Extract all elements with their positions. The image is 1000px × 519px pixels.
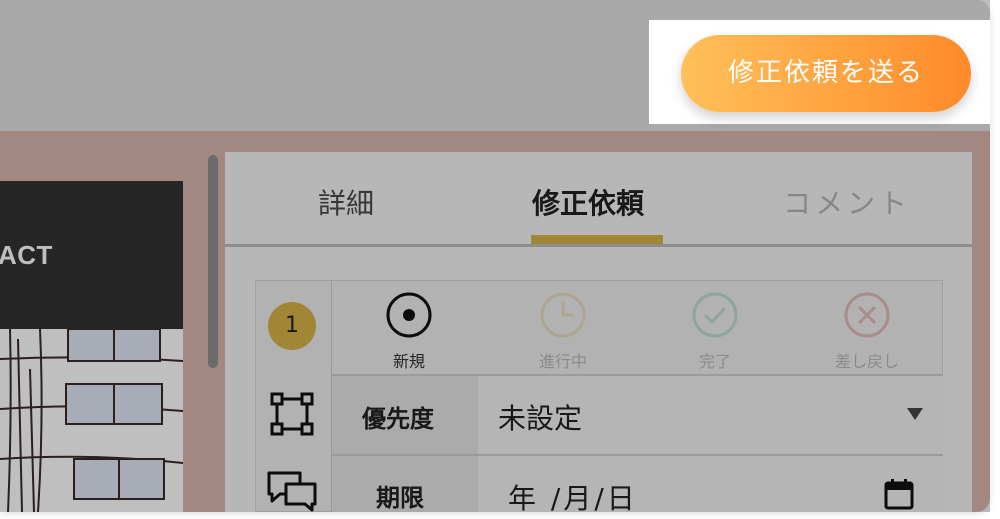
tab-comment[interactable]: コメント (783, 182, 911, 222)
status-new-label: 新規 (392, 352, 425, 371)
tab-details[interactable]: 詳細 (318, 182, 374, 222)
deadline-label: 期限 (376, 484, 424, 512)
status-returned-label: 差し戻し (834, 352, 899, 371)
preview-scrollbar[interactable] (208, 155, 218, 368)
send-revision-request-button[interactable]: 修正依頼を送る (681, 35, 971, 112)
status-in-progress[interactable]: 進行中 (528, 290, 598, 372)
status-complete-label: 完了 (698, 352, 731, 371)
clock-icon (540, 292, 586, 338)
preview-banner-text: ACT (0, 240, 53, 270)
area-select-icon[interactable] (270, 392, 314, 440)
priority-value: 未設定 (498, 402, 583, 435)
status-complete[interactable]: 完了 (684, 290, 746, 372)
calendar-icon[interactable] (884, 478, 914, 514)
priority-label: 優先度 (362, 405, 434, 433)
deadline-value: 年 /月/日 (508, 482, 638, 515)
chevron-down-icon[interactable] (907, 408, 923, 420)
status-new[interactable]: 新規 (378, 290, 440, 372)
request-number-badge[interactable]: 1 (268, 302, 316, 350)
check-circle-icon (692, 292, 738, 338)
tab-revision-request[interactable]: 修正依頼 (532, 182, 644, 222)
tab-divider (225, 244, 972, 247)
radio-selected-icon (386, 292, 432, 338)
status-in-progress-label: 進行中 (538, 352, 587, 371)
sketch-drawing (0, 328, 184, 513)
status-returned[interactable]: 差し戻し (826, 290, 908, 372)
comments-icon[interactable] (266, 470, 318, 516)
x-circle-icon (844, 292, 890, 338)
preview-sketch[interactable] (0, 328, 184, 513)
